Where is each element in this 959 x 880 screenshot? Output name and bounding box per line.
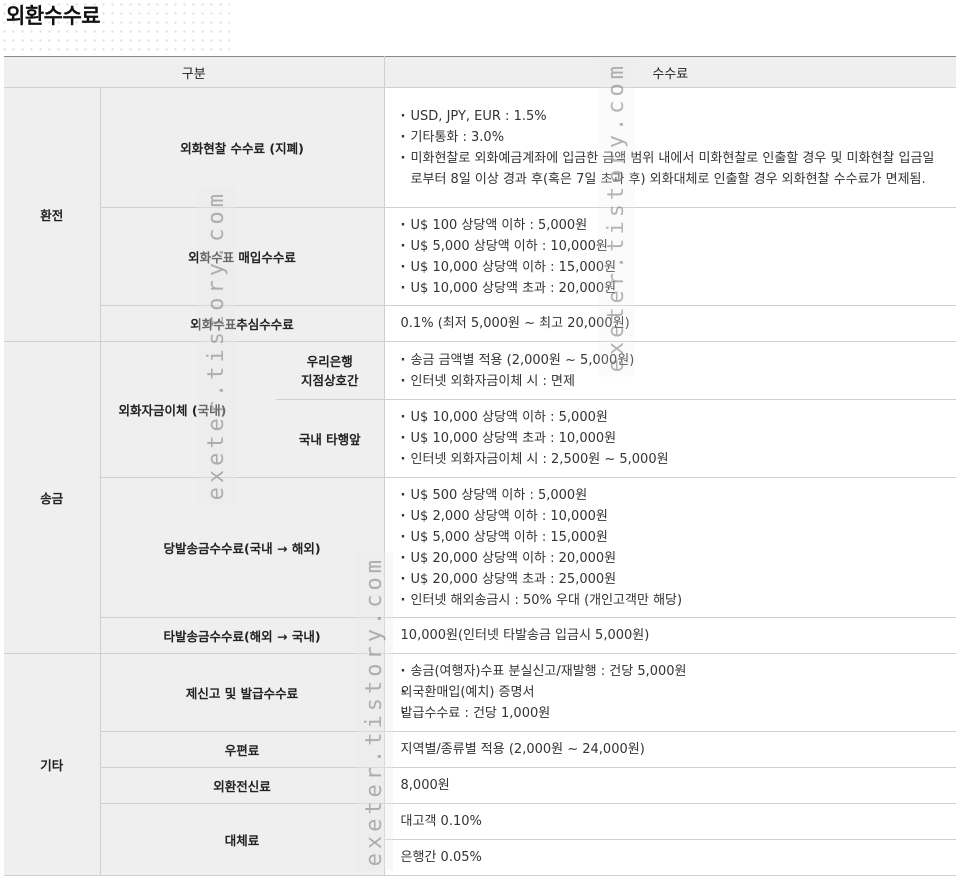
row-desc-woori-branch: 송금 금액별 적용 (2,000원 ~ 5,000원) 인터넷 외화자금이체 시…	[384, 341, 957, 400]
table-row: 당발송금수수료(국내 → 해외) U$ 500 상당액 이하 : 5,000원 …	[4, 477, 957, 618]
table-row: 송금 외화자금이체 (국내) 우리은행 지점상호간 송금 금액별 적용 (2,0…	[4, 341, 957, 654]
row-desc-transfer-bank: 은행간 0.05%	[384, 839, 957, 876]
list-item: 송금(여행자)수표 분실신고/재발행 : 건당 5,000원	[401, 661, 945, 682]
row-label-check-purchase: 외화수표 매입수수료	[100, 207, 385, 306]
list-item: U$ 20,000 상당액 이하 : 20,000원	[401, 548, 945, 569]
sub-label-woori-branch: 우리은행 지점상호간	[276, 341, 385, 400]
row-label-outward-remit: 당발송금수수료(국내 → 해외)	[100, 477, 385, 618]
table-row: 기타 제신고 및 발급수수료 송금(여행자)수표 분실신고/재발행 : 건당 5…	[4, 653, 957, 876]
list-item: 인터넷 외화자금이체 시 : 2,500원 ~ 5,000원	[401, 449, 945, 470]
row-desc-inward-remit: 10,000원(인터넷 타발송금 입금시 5,000원)	[384, 617, 957, 654]
list-item: U$ 5,000 상당액 이하 : 10,000원	[401, 236, 945, 257]
watermark-1: exeter.tistory.com	[198, 186, 235, 505]
list-item: 미화현찰로 외화예금계좌에 입금한 금액 범위 내에서 미화현찰로 인출할 경우…	[401, 148, 945, 190]
category-remit: 송금	[4, 341, 101, 654]
row-desc-postage: 지역별/종류별 적용 (2,000원 ~ 24,000원)	[384, 731, 957, 768]
list-item: 송금 금액별 적용 (2,000원 ~ 5,000원)	[401, 350, 945, 371]
row-label-cash-fee: 외화현찰 수수료 (지폐)	[100, 87, 385, 208]
category-exchange: 환전	[4, 87, 101, 342]
sub-label-other-bank: 국내 타행앞	[276, 399, 385, 478]
table-row: 우편료 지역별/종류별 적용 (2,000원 ~ 24,000원)	[4, 731, 957, 768]
table-row: 타발송금수수료(해외 → 국내) 10,000원(인터넷 타발송금 입금시 5,…	[4, 617, 957, 654]
list-item: U$ 10,000 상당액 이하 : 15,000원	[401, 257, 945, 278]
watermark-3: exeter.tistory.com	[356, 552, 393, 871]
list-item: U$ 100 상당액 이하 : 5,000원	[401, 215, 945, 236]
row-label-inward-remit: 타발송금수수료(해외 → 국내)	[100, 617, 385, 654]
table-row: 외화수표 매입수수료 U$ 100 상당액 이하 : 5,000원 U$ 5,0…	[4, 207, 957, 306]
header-fee: 수수료	[384, 56, 957, 88]
list-item: 인터넷 해외송금시 : 50% 우대 (개인고객만 해당)	[401, 590, 945, 611]
row-desc-other-bank: U$ 10,000 상당액 이하 : 5,000원 U$ 10,000 상당액 …	[384, 399, 957, 478]
list-item: 기타통화 : 3.0%	[401, 127, 945, 148]
table-row: 대체료 대고객 0.10%	[4, 803, 957, 876]
table-row: 환전 외화현찰 수수료 (지폐) USD, JPY, EUR : 1.5% 기타…	[4, 87, 957, 342]
page-title: 외환수수료	[6, 4, 101, 28]
list-item: U$ 20,000 상당액 초과 : 25,000원	[401, 569, 945, 590]
category-other: 기타	[4, 653, 101, 876]
row-label-telegraph: 외환전신료	[100, 767, 385, 804]
table-row: 외환전신료 8,000원	[4, 767, 957, 804]
table-header-row: 구분 수수료	[4, 56, 957, 88]
row-desc-check-collection: 0.1% (최저 5,000원 ~ 최고 20,000원)	[384, 305, 957, 342]
row-label-transfer-fee: 대체료	[100, 803, 385, 876]
row-label-issuance-fee: 제신고 및 발급수수료	[100, 653, 385, 732]
list-item: U$ 5,000 상당액 이하 : 15,000원	[401, 527, 945, 548]
fee-table: 구분 수수료 환전 외화현찰 수수료 (지폐) USD, JPY, EUR : …	[4, 56, 957, 876]
row-desc-issuance-fee: 송금(여행자)수표 분실신고/재발행 : 건당 5,000원 외국환매입(예치)…	[384, 653, 957, 732]
row-desc-outward-remit: U$ 500 상당액 이하 : 5,000원 U$ 2,000 상당액 이하 :…	[384, 477, 957, 618]
list-item: U$ 10,000 상당액 이하 : 5,000원	[401, 407, 945, 428]
row-desc-telegraph: 8,000원	[384, 767, 957, 804]
row-desc-transfer-customer: 대고객 0.10%	[384, 803, 957, 840]
list-item: 인터넷 외화자금이체 시 : 면제	[401, 371, 945, 392]
row-label-domestic-transfer: 외화자금이체 (국내)	[100, 341, 276, 478]
row-desc-cash-fee: USD, JPY, EUR : 1.5% 기타통화 : 3.0% 미화현찰로 외…	[384, 87, 957, 208]
list-item: U$ 10,000 상당액 초과 : 10,000원	[401, 428, 945, 449]
list-item: U$ 2,000 상당액 이하 : 10,000원	[401, 506, 945, 527]
watermark-2: exeter.tistory.com	[598, 58, 635, 377]
list-item: 외국환매입(예치) 증명서	[401, 682, 945, 703]
list-item: USD, JPY, EUR : 1.5%	[401, 106, 945, 127]
list-item: U$ 500 상당액 이하 : 5,000원	[401, 485, 945, 506]
row-label-postage: 우편료	[100, 731, 385, 768]
list-item: U$ 10,000 상당액 초과 : 20,000원	[401, 278, 945, 299]
row-desc-check-purchase: U$ 100 상당액 이하 : 5,000원 U$ 5,000 상당액 이하 :…	[384, 207, 957, 306]
row-label-check-collection: 외화수표추심수수료	[100, 305, 385, 342]
table-row: 외화수표추심수수료 0.1% (최저 5,000원 ~ 최고 20,000원)	[4, 305, 957, 342]
header-category: 구분	[4, 56, 385, 88]
list-item: 발급수수료 : 건당 1,000원	[401, 703, 945, 724]
